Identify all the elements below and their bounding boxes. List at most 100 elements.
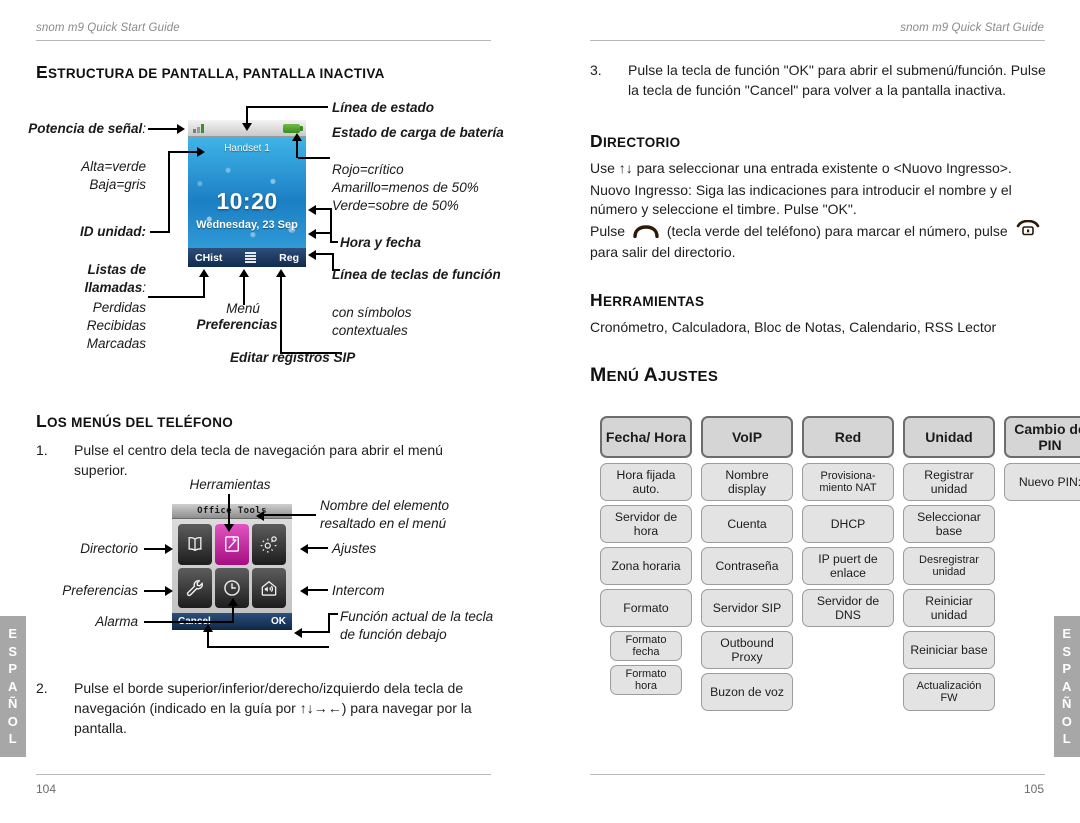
arrow-alarm bbox=[228, 598, 238, 606]
map-node-servidor-sip[interactable]: Servidor SIP bbox=[701, 589, 793, 627]
arrow-intercom bbox=[300, 586, 308, 596]
heading-herramientas: HERRAMIENTAS bbox=[590, 290, 705, 310]
directory-p3-suffix: para salir del directorio. bbox=[590, 244, 736, 260]
label-preferencias: Preferencias bbox=[62, 583, 138, 598]
heading-directorio: DIRECTORIO bbox=[590, 131, 681, 151]
arrow-menu bbox=[239, 269, 249, 277]
label-preferences-word: Preferencias bbox=[196, 317, 278, 332]
leader-softnote-v bbox=[328, 613, 330, 632]
step-1-number: 1. bbox=[36, 442, 48, 458]
hangup-key-icon bbox=[1015, 219, 1041, 242]
leader-calllists-v bbox=[203, 277, 205, 297]
handset-id-label: Handset 1 bbox=[224, 143, 270, 154]
label-unit-id: ID unidad: bbox=[80, 224, 146, 239]
leader-unit-id-h1 bbox=[150, 231, 170, 233]
label-battery-red: Rojo=crítico bbox=[332, 162, 404, 177]
wrench-icon[interactable] bbox=[178, 567, 212, 608]
softkey-ok[interactable]: OK bbox=[271, 616, 286, 627]
label-signal-low: Baja=gris bbox=[89, 177, 146, 192]
map-node-provisionamiento-nat[interactable]: Provisiona- miento NAT bbox=[802, 463, 894, 501]
map-node-dhcp[interactable]: DHCP bbox=[802, 505, 894, 543]
label-highlighted-name: Nombre del elemento resaltado en el menú bbox=[320, 498, 450, 531]
leader-signal bbox=[148, 128, 178, 130]
step-1: 1. Pulse el centro dela tecla de navegac… bbox=[36, 440, 496, 480]
running-head-right: snom m9 Quick Start Guide bbox=[900, 22, 1044, 34]
map-node-servidor-de-hora[interactable]: Servidor de hora bbox=[600, 505, 692, 543]
map-node-formato[interactable]: Formato bbox=[600, 589, 692, 627]
step-2: 2. Pulse el borde superior/inferior/dere… bbox=[36, 678, 496, 738]
leader-intercom-h bbox=[308, 589, 328, 591]
arrow-highlight-name bbox=[256, 511, 264, 521]
map-node-reiniciar-unidad[interactable]: Reiniciar unidad bbox=[903, 589, 995, 627]
step-3-text: Pulse la tecla de función "OK" para abri… bbox=[628, 62, 1046, 98]
label-ajustes: Ajustes bbox=[332, 541, 377, 556]
map-node-formato-hora[interactable]: Formato hora bbox=[610, 665, 682, 695]
label-intercom: Intercom bbox=[332, 583, 385, 598]
directory-p3-mid: (tecla verde del teléfono) para marcar e… bbox=[666, 223, 1008, 239]
arrow-tools bbox=[224, 524, 234, 532]
map-head-unidad[interactable]: Unidad bbox=[903, 416, 995, 458]
map-node-contrasena[interactable]: Contraseña bbox=[701, 547, 793, 585]
language-tab-right: ESPAÑOL bbox=[1054, 616, 1080, 757]
leader-timedate-join bbox=[330, 241, 338, 243]
leader-alarm-v bbox=[232, 606, 234, 622]
settings-gear-icon[interactable] bbox=[252, 524, 286, 565]
map-node-actualizacion-fw[interactable]: Actualización FW bbox=[903, 673, 995, 711]
map-node-buzon-de-voz[interactable]: Buzon de voz bbox=[701, 673, 793, 711]
label-status-line: Línea de estado bbox=[332, 100, 435, 115]
green-call-key-icon bbox=[633, 224, 659, 243]
arrow-unit-id bbox=[197, 147, 205, 157]
leader-unit-id-h2 bbox=[168, 151, 198, 153]
label-current-softkey-function: Función actual de la tecla de función de… bbox=[340, 609, 494, 642]
battery-icon bbox=[283, 124, 303, 133]
phone-idle-screenshot: Handset 1 10:20 Wednesday, 23 Sep CHist … bbox=[188, 120, 306, 267]
step-3: 3. Pulse la tecla de función "OK" para a… bbox=[590, 60, 1050, 100]
map-node-cuenta[interactable]: Cuenta bbox=[701, 505, 793, 543]
quick-start-guide-spread: snom m9 Quick Start Guide snom m9 Quick … bbox=[0, 0, 1080, 823]
intercom-home-icon[interactable] bbox=[252, 567, 286, 608]
softkey-bar: CHist Reg bbox=[188, 248, 306, 267]
map-node-desregistrar-unidad[interactable]: Desregistrar unidad bbox=[903, 547, 995, 585]
header-rule-right bbox=[590, 40, 1045, 41]
label-function-key-sub2: contextuales bbox=[332, 323, 408, 338]
directory-icon[interactable] bbox=[178, 524, 212, 565]
arrow-sip bbox=[276, 269, 286, 277]
arrow-battery bbox=[292, 133, 302, 141]
step-2-number: 2. bbox=[36, 680, 48, 696]
leader-battery-v bbox=[296, 141, 298, 158]
menu-lines-icon[interactable] bbox=[245, 252, 257, 263]
map-node-registrar-unidad[interactable]: Registrar unidad bbox=[903, 463, 995, 501]
label-battery-title: Estado de carga de batería bbox=[332, 125, 504, 140]
map-head-fecha-hora[interactable]: Fecha/ Hora bbox=[600, 416, 692, 458]
page-number-right: 105 bbox=[1023, 782, 1044, 796]
softkey-chist[interactable]: CHist bbox=[195, 252, 222, 264]
map-node-hora-fijada-auto[interactable]: Hora fijada auto. bbox=[600, 463, 692, 501]
map-node-outbound-proxy[interactable]: Outbound Proxy bbox=[701, 631, 793, 669]
map-node-zona-horaria[interactable]: Zona horaria bbox=[600, 547, 692, 585]
directory-p3-prefix: Pulse bbox=[590, 223, 626, 239]
arrow-settings bbox=[300, 544, 308, 554]
leader-battery-h bbox=[298, 157, 330, 159]
map-node-nombre-display[interactable]: Nombre display bbox=[701, 463, 793, 501]
map-node-seleccionar-base[interactable]: Seleccionar base bbox=[903, 505, 995, 543]
arrow-preferences bbox=[165, 586, 173, 596]
clock-time: 10:20 bbox=[216, 188, 278, 214]
clock-date: Wednesday, 23 Sep bbox=[196, 219, 298, 231]
softkey-reg[interactable]: Reg bbox=[279, 252, 299, 264]
leader-settings-h bbox=[308, 547, 328, 549]
map-node-servidor-dns[interactable]: Servidor de DNS bbox=[802, 589, 894, 627]
map-node-nuevo-pin[interactable]: Nuevo PIN: bbox=[1004, 463, 1080, 501]
leader-directory-h bbox=[144, 548, 166, 550]
map-node-ip-puerta-enlace[interactable]: IP puert de enlace bbox=[802, 547, 894, 585]
label-herramientas: Herramientas bbox=[189, 477, 271, 492]
header-rule-left bbox=[36, 40, 491, 41]
map-head-red[interactable]: Red bbox=[802, 416, 894, 458]
arrow-call-lists bbox=[199, 269, 209, 277]
arrow-directory bbox=[165, 544, 173, 554]
map-head-cambio-de-pin[interactable]: Cambio de PIN bbox=[1004, 416, 1080, 458]
leader-cancel-h bbox=[207, 646, 329, 648]
settings-menu-map: Fecha/ Hora Hora fijada auto. Servidor d… bbox=[600, 416, 1080, 711]
map-head-voip[interactable]: VoIP bbox=[701, 416, 793, 458]
map-node-reiniciar-base[interactable]: Reiniciar base bbox=[903, 631, 995, 669]
map-node-formato-fecha[interactable]: Formato fecha bbox=[610, 631, 682, 661]
